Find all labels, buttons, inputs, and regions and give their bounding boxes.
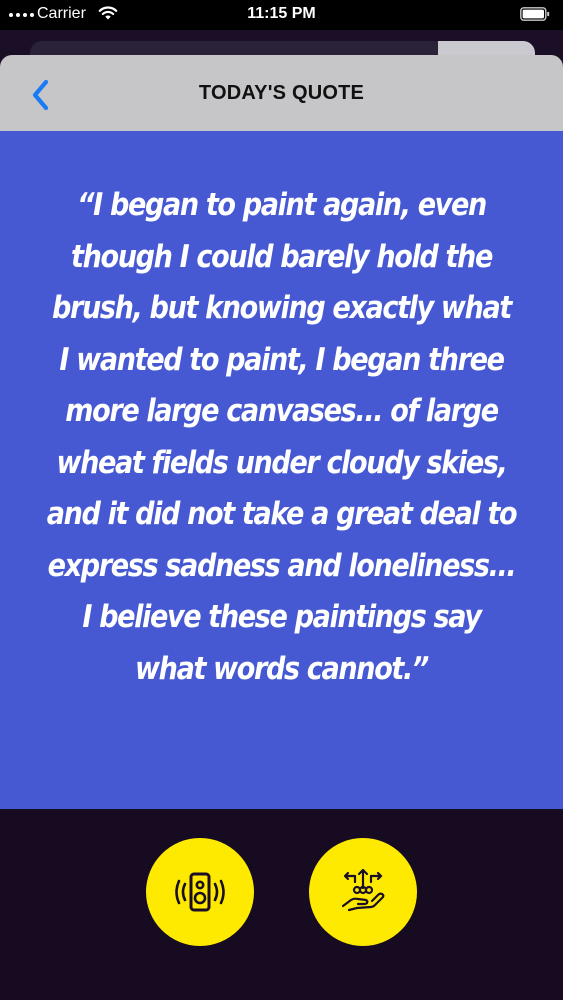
gesture-button[interactable] [309, 838, 417, 946]
clock: 11:15 PM [247, 5, 316, 22]
status-bar: Carrier 11:15 PM [0, 0, 563, 30]
quote-panel: “I began to paint again, even though I c… [0, 131, 563, 809]
navigation-bar: TODAY'S QUOTE [0, 55, 563, 131]
battery-icon [520, 7, 550, 21]
quote-text: “I began to paint again, even though I c… [46, 187, 518, 687]
speaker-button[interactable] [146, 838, 254, 946]
hand-gesture-icon [341, 868, 385, 912]
page-title: TODAY'S QUOTE [198, 82, 365, 104]
bottom-toolbar [0, 809, 563, 1000]
speaker-icon [175, 872, 225, 912]
